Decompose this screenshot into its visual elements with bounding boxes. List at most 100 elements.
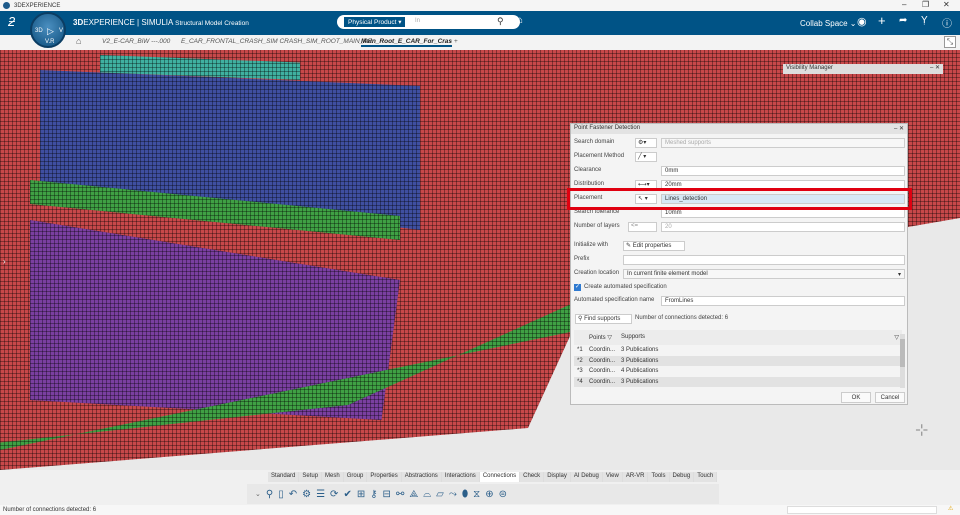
edit-properties-button[interactable]: ✎ Edit properties [623, 241, 685, 251]
align-icon[interactable]: ⊟ [383, 489, 391, 500]
seam-icon[interactable]: ⏥ [436, 489, 444, 500]
close-icon[interactable]: – ✕ [930, 64, 940, 71]
supports-header-label: Supports [621, 334, 646, 340]
find-supports-button[interactable]: ⚲ Find supports [575, 314, 632, 324]
expand-left-icon[interactable]: › [3, 257, 6, 266]
ribbon-tab-group[interactable]: Group [344, 472, 368, 482]
creation-location-dropdown[interactable]: In current finite element model ▾ [623, 269, 905, 279]
weld-icon[interactable]: ⚯ [396, 489, 404, 500]
fastener-search-icon[interactable]: ⚷ [370, 489, 377, 500]
ok-button[interactable]: OK [841, 392, 871, 403]
points-header-label: Points [589, 335, 606, 341]
rivet-icon[interactable]: ⧖ [473, 489, 480, 500]
ribbon-tab-ar-vr[interactable]: AR-VR [623, 472, 649, 482]
search-domain-field[interactable]: Meshed supports [661, 138, 905, 148]
assembly-icon[interactable]: ⊜ [499, 489, 507, 500]
find-supports-label: Find supports [584, 316, 621, 322]
table-row[interactable]: *3 Coordin... 4 Publications [574, 366, 902, 377]
points-column-header[interactable]: Points ▽ [586, 330, 618, 345]
row-id: *3 [577, 368, 583, 375]
ribbon-tab-standard[interactable]: Standard [268, 472, 300, 482]
undo-icon[interactable]: ↶ [289, 489, 297, 500]
add-icon[interactable]: + [878, 13, 886, 28]
ribbon-tab-abstractions[interactable]: Abstractions [402, 472, 442, 482]
table-row[interactable]: *4 Coordin... 3 Publications [574, 376, 902, 387]
validate-icon[interactable]: ✔ [343, 489, 351, 500]
zoom-icon[interactable]: ⚲ [266, 489, 273, 500]
search-input[interactable]: In [415, 18, 420, 24]
home-icon[interactable]: ⌂ [76, 36, 81, 46]
surface-icon[interactable]: ⌓ [423, 489, 431, 500]
ribbon-tab-touch[interactable]: Touch [694, 472, 718, 482]
ds-logo-icon[interactable]: ƻ [8, 14, 15, 29]
check-tool-icon[interactable]: ⚙ [302, 489, 311, 500]
search-icon[interactable]: ⚲ [497, 16, 504, 27]
expand-toolbar-icon[interactable]: ⌄ [255, 490, 261, 498]
row-point: Coordin... [589, 357, 616, 364]
collab-space-dropdown[interactable]: Collab Space ⌄ [800, 19, 857, 28]
tab-main-root[interactable]: Main_Root_E_CAR_For_Cras [361, 38, 453, 47]
ribbon-tab-debug[interactable]: Debug [670, 472, 695, 482]
compass-vr: V.R [45, 39, 55, 45]
creation-location-value: In current finite element model [627, 271, 708, 277]
ribbon-tab-check[interactable]: Check [520, 472, 545, 482]
ribbon-tab-tools[interactable]: Tools [648, 472, 670, 482]
dialog-close-icon[interactable]: – ✕ [894, 125, 904, 132]
user-icon[interactable]: ◉ [857, 15, 867, 28]
placement-method-row: Placement Method ╱ ▾ [573, 151, 907, 163]
update-icon[interactable]: ⟳ [330, 489, 338, 500]
tools-icon[interactable]: Ỵ [921, 15, 928, 26]
ribbon-tab-view[interactable]: View [603, 472, 623, 482]
line-fastener-icon[interactable]: ⤳ [449, 489, 457, 500]
cancel-button[interactable]: Cancel [875, 392, 905, 403]
table-icon[interactable]: ☰ [316, 489, 325, 500]
table-row[interactable]: *1 Coordin... 3 Publications [574, 345, 902, 356]
connection-icon[interactable]: ⊞ [357, 489, 365, 500]
layers-input[interactable]: 20 [661, 222, 905, 232]
ribbon-tab-interactions[interactable]: Interactions [442, 472, 480, 482]
clearance-input[interactable]: 0mm [661, 166, 905, 176]
add-tab-button[interactable]: + [454, 38, 458, 45]
search-bar[interactable]: Physical Product ▾ In ⚲ [337, 15, 520, 29]
supports-column-header[interactable]: Supports ▽ [618, 330, 902, 345]
title-bar: 3DEXPERIENCE – ❐ ✕ [0, 0, 960, 11]
search-scope-dropdown[interactable]: Physical Product ▾ [344, 17, 406, 27]
initialize-row: Initialize with ✎ Edit properties [573, 240, 907, 252]
visibility-manager-panel[interactable]: Visibility Manager – ✕ [783, 64, 943, 74]
brand-bold: 3D [73, 18, 84, 27]
ribbon-tab-connections[interactable]: Connections [479, 472, 521, 482]
status-input[interactable] [787, 506, 937, 514]
ribbon-tab-setup[interactable]: Setup [299, 472, 323, 482]
prefix-input[interactable] [623, 255, 905, 265]
auto-spec-name-row: Automated specification name FromLines [573, 295, 907, 307]
collapse-icon[interactable]: ⤡ [944, 36, 956, 48]
ribbon-tab-ai-debug[interactable]: AI Debug [571, 472, 603, 482]
search-domain-dropdown[interactable]: ⚙▾ [635, 138, 657, 148]
ribbon-tab-properties[interactable]: Properties [367, 472, 402, 482]
auto-spec-checkbox[interactable]: ✓ [574, 284, 581, 291]
close-button[interactable]: ✕ [943, 0, 950, 9]
toolbar-icons: ⌄ ⚲ ▯ ↶ ⚙ ☰ ⟳ ✔ ⊞ ⚷ ⊟ ⚯ ⟁ ⌓ ⏥ ⤳ ⬮ ⧖ ⊕ ⊜ [247, 484, 719, 504]
auto-spec-name-input[interactable]: FromLines [661, 296, 905, 306]
compass[interactable]: ▷ 3D V V.R [30, 12, 66, 48]
layers-operator-dropdown[interactable]: <= [628, 222, 657, 232]
tab-v2-ecar[interactable]: V2_E-CAR_BiW ---.000 [102, 38, 170, 45]
placement-method-dropdown[interactable]: ╱ ▾ [635, 152, 657, 162]
ribbon-tab-display[interactable]: Display [544, 472, 571, 482]
help-icon[interactable]: ⓘ [942, 15, 952, 30]
minimize-button[interactable]: – [902, 0, 906, 9]
point-fastener-detection-icon[interactable]: ⟁ [409, 489, 418, 500]
joint-icon[interactable]: ⊕ [485, 489, 493, 500]
book-icon[interactable]: ▯ [278, 489, 284, 500]
placement-highlight [567, 188, 912, 210]
adhesive-icon[interactable]: ⬮ [462, 489, 468, 500]
ribbon-tab-mesh[interactable]: Mesh [322, 472, 344, 482]
table-row[interactable]: *2 Coordin... 3 Publications [574, 355, 902, 366]
share-icon[interactable]: ➦ [899, 15, 907, 26]
window-title: 3DEXPERIENCE [14, 2, 61, 9]
table-scrollbar[interactable] [900, 334, 905, 388]
warning-icon[interactable]: ⚠ [948, 505, 953, 512]
maximize-button[interactable]: ❐ [922, 0, 929, 9]
tab-frontal-crash[interactable]: E_CAR_FRONTAL_CRASH_SIM CRASH_SIM_ROOT_M… [181, 38, 372, 45]
row-support: 4 Publications [621, 368, 659, 375]
